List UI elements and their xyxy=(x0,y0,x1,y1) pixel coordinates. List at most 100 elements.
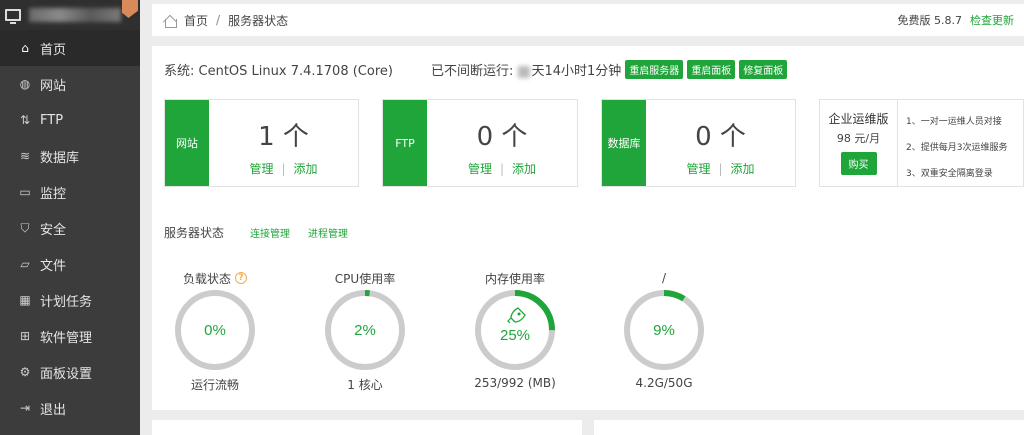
card-side-label: 数据库 xyxy=(602,100,646,186)
restart-server-button[interactable]: 重启服务器 xyxy=(625,60,684,79)
breadcrumb-home[interactable]: 首页 xyxy=(184,12,208,29)
uptime-days-blurred xyxy=(518,65,531,78)
monitor-icon xyxy=(5,9,21,24)
card-actions: 管理 | 添加 xyxy=(467,162,537,176)
uptime-text: 已不间断运行: 天14小时1分钟 xyxy=(431,60,621,79)
logout-icon: ⇥ xyxy=(19,401,31,415)
globe-icon: ◍ xyxy=(19,77,31,91)
sidebar-item-cron[interactable]: ▦ 计划任务 xyxy=(0,282,140,318)
ftp-icon: ⇅ xyxy=(19,113,31,127)
card-count: 0 个 xyxy=(476,122,528,152)
enterprise-title: 企业运维版 xyxy=(828,112,889,126)
database-icon: ≋ xyxy=(19,149,31,163)
server-status-header: 服务器状态 连接管理 进程管理 xyxy=(164,224,348,241)
card-count: 0 个 xyxy=(695,122,746,152)
gauge-detail: 253/992 (MB) xyxy=(474,376,556,390)
sidebar-item-files[interactable]: ▱ 文件 xyxy=(0,246,140,282)
card-count: 1 个 xyxy=(258,122,309,152)
server-status-title: 服务器状态 xyxy=(164,226,225,240)
sidebar-item-ftp[interactable]: ⇅ FTP xyxy=(0,102,140,138)
gauge-detail: 1 核心 xyxy=(347,378,383,392)
feature-item: 3、双重安全隔离登录 xyxy=(906,169,993,179)
monitor-icon: ▭ xyxy=(19,185,31,199)
load-gauge[interactable]: 负载状态? 0% 运行流畅 xyxy=(165,270,265,393)
breadcrumb: 首页 / 服务器状态 免费版 5.8.7 检查更新 xyxy=(152,4,1024,36)
sidebar-item-label: 监控 xyxy=(40,186,67,202)
rocket-icon xyxy=(507,307,526,324)
shield-icon: ⛉ xyxy=(20,220,30,235)
system-info: 系统: CentOS Linux 7.4.1708 (Core) 已不间断运行:… xyxy=(164,60,788,79)
calendar-icon: ▦ xyxy=(19,293,31,307)
process-manage-link[interactable]: 进程管理 xyxy=(308,225,348,240)
card-actions: 管理 | 添加 xyxy=(686,162,755,176)
add-link[interactable]: 添加 xyxy=(294,162,318,176)
gear-icon: ⚙ xyxy=(19,365,31,379)
buy-button[interactable]: 购买 xyxy=(840,152,877,175)
memory-gauge[interactable]: 内存使用率 25% 253/992 (MB) xyxy=(465,270,565,391)
sidebar-item-logout[interactable]: ⇥ 退出 xyxy=(0,390,140,426)
brand-corner-icon xyxy=(122,0,138,18)
cpu-gauge[interactable]: CPU使用率 2% 1 核心 xyxy=(315,270,415,393)
gauge-ring: 0% xyxy=(175,290,255,370)
manage-link[interactable]: 管理 xyxy=(468,162,492,176)
add-link[interactable]: 添加 xyxy=(512,162,536,176)
sidebar-item-database[interactable]: ≋ 数据库 xyxy=(0,138,140,174)
connection-manage-link[interactable]: 连接管理 xyxy=(250,225,290,240)
sidebar-item-security[interactable]: ⛉ 安全 xyxy=(0,210,140,246)
sidebar-item-monitor[interactable]: ▭ 监控 xyxy=(0,174,140,210)
folder-icon: ▱ xyxy=(20,257,30,271)
manage-link[interactable]: 管理 xyxy=(249,162,273,176)
repair-panel-button[interactable]: 修复面板 xyxy=(739,60,788,79)
gauge-label: 内存使用率 xyxy=(484,271,545,286)
sidebar-item-label: 面板设置 xyxy=(40,366,93,382)
help-icon[interactable]: ? xyxy=(235,272,247,284)
website-card: 网站 1 个 管理 | 添加 xyxy=(164,99,359,187)
version-text: 免费版 5.8.7 xyxy=(897,14,963,27)
gauge-value: 2% xyxy=(354,322,376,339)
sidebar-item-label: 安全 xyxy=(40,222,67,238)
hostname-blurred xyxy=(29,8,121,22)
check-update-link[interactable]: 检查更新 xyxy=(970,12,1014,28)
gauge-label-text: 负载状态 xyxy=(182,271,231,286)
sidebar-item-label: 网站 xyxy=(40,78,67,94)
sidebar-item-label: 计划任务 xyxy=(40,294,93,310)
sidebar-item-software[interactable]: ⊞ 软件管理 xyxy=(0,318,140,354)
enterprise-offer: 企业运维版 98 元/月 购买 xyxy=(820,100,898,186)
sidebar-item-label: 文件 xyxy=(40,258,67,274)
gauge-value: 0% xyxy=(204,322,226,339)
breadcrumb-current: 服务器状态 xyxy=(228,13,289,28)
database-card: 数据库 0 个 管理 | 添加 xyxy=(601,99,796,187)
gauge-label: / xyxy=(661,271,667,285)
grid-icon: ⊞ xyxy=(19,329,31,343)
gauge-ring: 9% xyxy=(624,290,704,370)
add-link[interactable]: 添加 xyxy=(731,162,755,176)
sidebar-item-home[interactable]: ⌂ 首页 xyxy=(0,30,140,66)
sidebar-item-settings[interactable]: ⚙ 面板设置 xyxy=(0,354,140,390)
version-area: 免费版 5.8.7 检查更新 xyxy=(898,4,1015,36)
os-text: 系统: CentOS Linux 7.4.1708 (Core) xyxy=(164,64,393,79)
restart-panel-button[interactable]: 重启面板 xyxy=(687,60,736,79)
feature-item: 1、一对一运维人员对接 xyxy=(906,117,1002,127)
gauge-label: 负载状态? xyxy=(165,270,265,286)
uptime-prefix: 已不间断运行: xyxy=(430,64,518,79)
uptime-suffix: 天14小时1分钟 xyxy=(531,64,622,79)
sidebar-item-website[interactable]: ◍ 网站 xyxy=(0,66,140,102)
home-icon: ⌂ xyxy=(21,41,29,55)
gauge-detail: 4.2G/50G xyxy=(635,376,693,390)
enterprise-features: 1、一对一运维人员对接 2、提供每月3次运维服务 3、双重安全隔离登录 xyxy=(906,109,1007,187)
disk-gauge[interactable]: / 9% 4.2G/50G xyxy=(614,270,714,390)
sidebar-item-label: FTP xyxy=(40,112,64,128)
ftp-card: FTP 0 个 管理 | 添加 xyxy=(382,99,578,187)
gauge-label: CPU使用率 xyxy=(334,271,396,286)
sidebar-item-label: 软件管理 xyxy=(40,330,93,346)
sidebar-item-label: 数据库 xyxy=(40,150,80,166)
manage-link[interactable]: 管理 xyxy=(686,162,710,176)
feature-item: 2、提供每月3次运维服务 xyxy=(906,143,1008,153)
gauge-detail: 运行流畅 xyxy=(190,378,239,392)
home-icon[interactable] xyxy=(162,12,178,28)
lower-panel-right xyxy=(594,420,1024,435)
enterprise-card: 企业运维版 98 元/月 购买 1、一对一运维人员对接 2、提供每月3次运维服务… xyxy=(819,99,1024,187)
sidebar: ⌂ 首页 ◍ 网站 ⇅ FTP ≋ 数据库 ▭ 监控 ⛉ 安全 ▱ 文件 ▦ 计划任务 ⊞ 软件管… xyxy=(0,0,140,435)
card-actions: 管理 | 添加 xyxy=(249,162,318,176)
breadcrumb-separator: / xyxy=(216,13,221,27)
